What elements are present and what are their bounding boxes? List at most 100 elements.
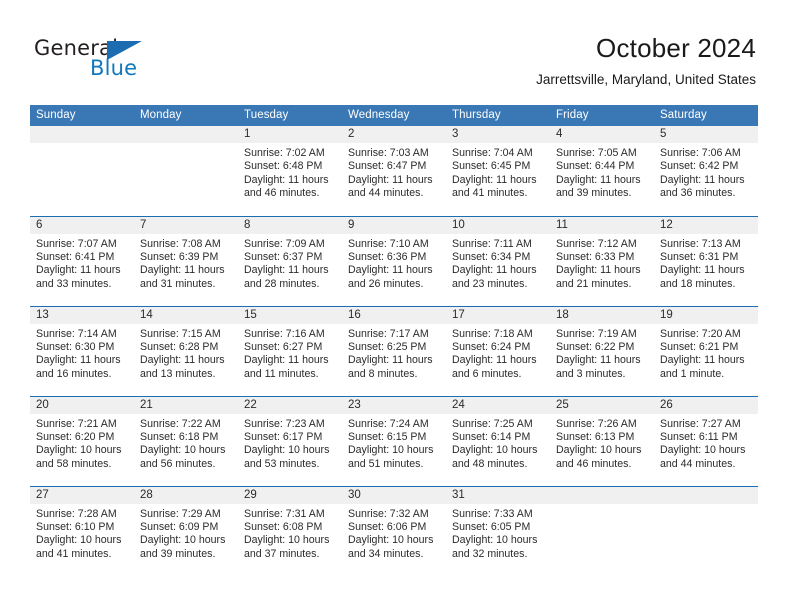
sunset-text: Sunset: 6:09 PM — [140, 520, 219, 533]
sunset-text: Sunset: 6:45 PM — [452, 160, 531, 173]
calendar-day-cell[interactable]: 18 Sunrise: 7:19 AM Sunset: 6:22 PM Dayligh… — [550, 305, 654, 396]
daylight-text: Daylight: 10 hours and 34 minutes. — [348, 534, 434, 560]
calendar-day-cell[interactable]: 9 Sunrise: 7:10 AM Sunset: 6:36 PM Daylight… — [342, 215, 446, 306]
day-details: Sunrise: 7:26 AM Sunset: 6:13 PM Daylight:… — [550, 414, 654, 472]
day-details: Sunrise: 7:09 AM Sunset: 6:37 PM Daylight:… — [238, 234, 342, 292]
daylight-text: Daylight: 10 hours and 41 minutes. — [36, 534, 122, 560]
calendar-day-cell[interactable]: 11 Sunrise: 7:12 AM Sunset: 6:33 PM Dayligh… — [550, 215, 654, 306]
sunset-text: Sunset: 6:11 PM — [660, 430, 738, 443]
day-number: 8 — [238, 216, 342, 234]
brand-logo[interactable]: General Blue — [34, 36, 224, 88]
calendar-day-cell[interactable]: 2 Sunrise: 7:03 AM Sunset: 6:47 PM Daylight… — [342, 126, 446, 216]
title-block: October 2024 Jarrettsville, Maryland, Un… — [536, 32, 756, 90]
daylight-text: Daylight: 10 hours and 51 minutes. — [348, 444, 434, 470]
sunset-text: Sunset: 6:47 PM — [348, 160, 427, 173]
calendar-day-cell[interactable]: 24 Sunrise: 7:25 AM Sunset: 6:14 PM Dayligh… — [446, 395, 550, 486]
daylight-text: Daylight: 11 hours and 28 minutes. — [244, 264, 329, 290]
sunset-text: Sunset: 6:08 PM — [244, 520, 323, 533]
daylight-text: Daylight: 11 hours and 13 minutes. — [140, 354, 225, 380]
calendar-day-cell[interactable]: 7 Sunrise: 7:08 AM Sunset: 6:39 PM Daylight… — [134, 215, 238, 306]
calendar-day-cell[interactable]: 28 Sunrise: 7:29 AM Sunset: 6:09 PM Dayligh… — [134, 485, 238, 576]
sunset-text: Sunset: 6:14 PM — [452, 430, 531, 443]
day-details: Sunrise: 7:17 AM Sunset: 6:25 PM Daylight:… — [342, 324, 446, 382]
calendar-day-cell[interactable]: 8 Sunrise: 7:09 AM Sunset: 6:37 PM Daylight… — [238, 215, 342, 306]
daylight-text: Daylight: 11 hours and 39 minutes. — [556, 173, 641, 200]
day-details: Sunrise: 7:07 AM Sunset: 6:41 PM Daylight:… — [30, 234, 134, 292]
day-number: 1 — [238, 126, 342, 143]
calendar-day-cell[interactable]: 23 Sunrise: 7:24 AM Sunset: 6:15 PM Dayligh… — [342, 395, 446, 486]
day-number — [550, 486, 654, 504]
day-number: 26 — [654, 396, 758, 414]
calendar-body: 1 Sunrise: 7:02 AM Sunset: 6:48 PM Daylight… — [30, 126, 758, 576]
day-number — [134, 126, 238, 143]
day-number: 5 — [654, 126, 758, 143]
calendar-day-cell-empty — [654, 485, 758, 576]
sunset-text: Sunset: 6:15 PM — [348, 430, 427, 443]
day-number: 17 — [446, 306, 550, 324]
day-details: Sunrise: 7:32 AM Sunset: 6:06 PM Daylight:… — [342, 504, 446, 562]
calendar-day-cell[interactable]: 5 Sunrise: 7:06 AM Sunset: 6:42 PM Daylight… — [654, 126, 758, 216]
day-number: 15 — [238, 306, 342, 324]
page-title: October 2024 — [596, 33, 756, 63]
sunset-text: Sunset: 6:27 PM — [244, 340, 323, 353]
daylight-text: Daylight: 11 hours and 46 minutes. — [244, 173, 329, 200]
calendar-day-cell[interactable]: 27 Sunrise: 7:28 AM Sunset: 6:10 PM Dayligh… — [30, 485, 134, 576]
sunrise-text: Sunrise: 7:21 AM — [36, 417, 117, 430]
daylight-text: Daylight: 10 hours and 48 minutes. — [452, 444, 538, 470]
calendar-day-cell[interactable]: 16 Sunrise: 7:17 AM Sunset: 6:25 PM Dayligh… — [342, 305, 446, 396]
day-number: 28 — [134, 486, 238, 504]
calendar-day-cell[interactable]: 25 Sunrise: 7:26 AM Sunset: 6:13 PM Dayligh… — [550, 395, 654, 486]
day-details: Sunrise: 7:18 AM Sunset: 6:24 PM Daylight:… — [446, 324, 550, 382]
calendar-day-cell[interactable]: 19 Sunrise: 7:20 AM Sunset: 6:21 PM Dayligh… — [654, 305, 758, 396]
calendar-day-cell[interactable]: 29 Sunrise: 7:31 AM Sunset: 6:08 PM Dayligh… — [238, 485, 342, 576]
day-number: 16 — [342, 306, 446, 324]
calendar-day-cell[interactable]: 30 Sunrise: 7:32 AM Sunset: 6:06 PM Dayligh… — [342, 485, 446, 576]
calendar-day-cell[interactable]: 14 Sunrise: 7:15 AM Sunset: 6:28 PM Dayligh… — [134, 305, 238, 396]
calendar-day-cell[interactable]: 4 Sunrise: 7:05 AM Sunset: 6:44 PM Daylight… — [550, 126, 654, 216]
sunrise-text: Sunrise: 7:16 AM — [244, 327, 325, 340]
day-number: 13 — [30, 306, 134, 324]
day-details: Sunrise: 7:08 AM Sunset: 6:39 PM Daylight:… — [134, 234, 238, 292]
day-number: 7 — [134, 216, 238, 234]
calendar-day-cell[interactable]: 6 Sunrise: 7:07 AM Sunset: 6:41 PM Daylight… — [30, 215, 134, 306]
calendar-day-cell[interactable]: 21 Sunrise: 7:22 AM Sunset: 6:18 PM Dayligh… — [134, 395, 238, 486]
sunrise-text: Sunrise: 7:33 AM — [452, 507, 533, 520]
calendar-day-cell[interactable]: 10 Sunrise: 7:11 AM Sunset: 6:34 PM Dayligh… — [446, 215, 550, 306]
brand-name-blue: Blue — [90, 56, 138, 80]
calendar-day-cell[interactable]: 13 Sunrise: 7:14 AM Sunset: 6:30 PM Dayligh… — [30, 305, 134, 396]
weekday-header-friday: Friday — [550, 105, 654, 126]
calendar-week-row: 20 Sunrise: 7:21 AM Sunset: 6:20 PM Dayligh… — [30, 395, 758, 486]
calendar-day-cell[interactable]: 20 Sunrise: 7:21 AM Sunset: 6:20 PM Dayligh… — [30, 395, 134, 486]
sunset-text: Sunset: 6:41 PM — [36, 250, 115, 263]
calendar-day-cell[interactable]: 12 Sunrise: 7:13 AM Sunset: 6:31 PM Dayligh… — [654, 215, 758, 306]
calendar-day-cell[interactable]: 1 Sunrise: 7:02 AM Sunset: 6:48 PM Daylight… — [238, 126, 342, 216]
sunrise-text: Sunrise: 7:06 AM — [660, 147, 741, 159]
calendar-day-cell[interactable]: 22 Sunrise: 7:23 AM Sunset: 6:17 PM Dayligh… — [238, 395, 342, 486]
calendar-day-cell[interactable]: 17 Sunrise: 7:18 AM Sunset: 6:24 PM Dayligh… — [446, 305, 550, 396]
day-details: Sunrise: 7:13 AM Sunset: 6:31 PM Daylight:… — [654, 234, 758, 292]
calendar-week-row: 6 Sunrise: 7:07 AM Sunset: 6:41 PM Daylight… — [30, 215, 758, 306]
calendar-day-cell[interactable]: 15 Sunrise: 7:16 AM Sunset: 6:27 PM Dayligh… — [238, 305, 342, 396]
day-details: Sunrise: 7:04 AM Sunset: 6:45 PM Daylight:… — [446, 143, 550, 201]
day-details: Sunrise: 7:27 AM Sunset: 6:11 PM Daylight:… — [654, 414, 758, 472]
sunrise-text: Sunrise: 7:29 AM — [140, 507, 221, 520]
calendar-day-cell[interactable]: 31 Sunrise: 7:33 AM Sunset: 6:05 PM Dayligh… — [446, 485, 550, 576]
day-details: Sunrise: 7:22 AM Sunset: 6:18 PM Daylight:… — [134, 414, 238, 472]
calendar-day-cell[interactable]: 26 Sunrise: 7:27 AM Sunset: 6:11 PM Dayligh… — [654, 395, 758, 486]
day-number: 4 — [550, 126, 654, 143]
day-number: 23 — [342, 396, 446, 414]
day-details: Sunrise: 7:06 AM Sunset: 6:42 PM Daylight:… — [654, 143, 758, 201]
daylight-text: Daylight: 11 hours and 16 minutes. — [36, 354, 121, 380]
day-details: Sunrise: 7:15 AM Sunset: 6:28 PM Daylight:… — [134, 324, 238, 382]
daylight-text: Daylight: 10 hours and 58 minutes. — [36, 444, 122, 470]
day-details: Sunrise: 7:23 AM Sunset: 6:17 PM Daylight:… — [238, 414, 342, 472]
sunset-text: Sunset: 6:17 PM — [244, 430, 323, 443]
sunset-text: Sunset: 6:18 PM — [140, 430, 219, 443]
day-number: 19 — [654, 306, 758, 324]
weekday-header-thursday: Thursday — [446, 105, 550, 126]
calendar-day-cell[interactable]: 3 Sunrise: 7:04 AM Sunset: 6:45 PM Daylight… — [446, 126, 550, 216]
sunset-text: Sunset: 6:06 PM — [348, 520, 427, 533]
sunrise-text: Sunrise: 7:31 AM — [244, 507, 325, 520]
sunrise-text: Sunrise: 7:12 AM — [556, 237, 637, 250]
day-number: 20 — [30, 396, 134, 414]
